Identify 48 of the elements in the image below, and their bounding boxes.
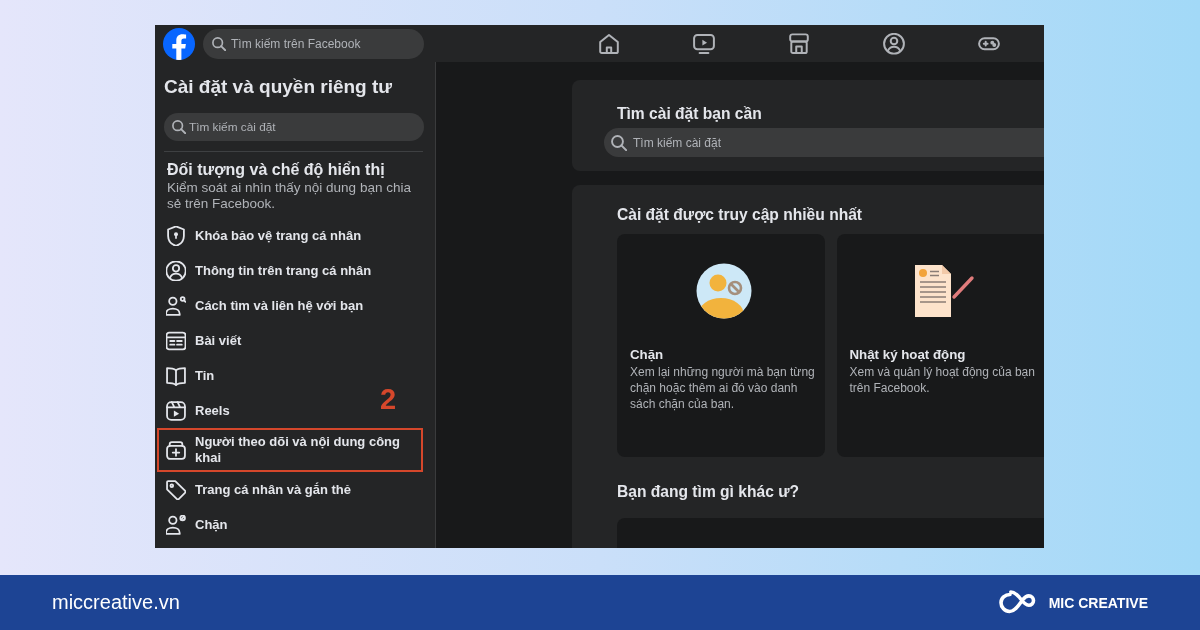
- profile-icon: [166, 260, 186, 281]
- setting-tile[interactable]: [617, 518, 1044, 548]
- document-pencil-icon: [912, 263, 975, 319]
- menu-item[interactable]: Chặn: [157, 507, 236, 542]
- group-icon[interactable]: [882, 32, 905, 55]
- section-heading: Đối tượng và chế độ hiển thị: [167, 160, 386, 180]
- loops-logo-icon: [997, 589, 1036, 616]
- tile-description: Xem lại những người mà bạn từng chặn hoặc thêm ai đó vào danh sách chặn của bạn.: [630, 364, 816, 412]
- menu-item[interactable]: Cách tìm và liên hệ với bạn: [157, 288, 372, 323]
- menu-item[interactable]: Người theo dõi và nội dung công khai: [157, 428, 423, 472]
- card-icon: [166, 330, 186, 351]
- blocked-person-icon: [696, 263, 753, 319]
- section-description: Kiểm soát ai nhìn thấy nội dung bạn chia sẻ trên Facebook.: [167, 180, 412, 212]
- menu-item[interactable]: Bài viết: [157, 323, 250, 358]
- setting-tile[interactable]: Chặn Xem lại những người mà bạn từng chặn hoặc thêm ai đó vào danh sách chặn của bạn.: [617, 234, 825, 457]
- search-icon: [611, 134, 627, 151]
- search-field[interactable]: Tìm kiếm cài đặt: [164, 113, 424, 141]
- card-title: Cài đặt được truy cập nhiều nhất: [617, 205, 864, 225]
- site-url: miccreative.vn: [52, 591, 180, 614]
- menu-item[interactable]: Trang cá nhân và gắn thẻ: [157, 472, 360, 507]
- search-icon: [172, 120, 186, 134]
- tile-title: Nhật ký hoạt động: [849, 346, 967, 364]
- tag-icon: [166, 479, 186, 500]
- card-title: Bạn đang tìm gì khác ư?: [617, 482, 800, 502]
- tile-title: Chặn: [630, 346, 665, 364]
- menu-item[interactable]: Tin: [157, 358, 223, 393]
- menu-item[interactable]: Thông tin trên trang cá nhân: [157, 253, 380, 288]
- reels-icon: [166, 400, 186, 421]
- search-field[interactable]: Tìm kiếm trên Facebook: [203, 28, 424, 59]
- tray-plus-icon: [166, 440, 186, 460]
- sidebar-title: Cài đặt và quyền riêng tư: [164, 76, 394, 98]
- person-block-icon: [166, 514, 186, 535]
- logo-icon[interactable]: [163, 27, 195, 60]
- search-field[interactable]: Tìm kiếm cài đặt: [604, 128, 1044, 157]
- person-search-icon: [166, 295, 186, 316]
- search-icon: [212, 36, 226, 51]
- book-icon: [166, 365, 186, 386]
- menu-item[interactable]: Reels: [157, 393, 238, 428]
- setting-tile[interactable]: Nhật ký hoạt động Xem và quản lý hoạt động của bạn trên Facebook.: [836, 234, 1044, 457]
- video-icon[interactable]: [692, 32, 715, 55]
- tile-description: Xem và quản lý hoạt động của bạn trên Facebook.: [849, 364, 1036, 396]
- home-icon[interactable]: [597, 32, 620, 55]
- step-number: 2: [380, 383, 397, 415]
- store-icon[interactable]: [787, 32, 810, 55]
- shield-icon: [166, 225, 186, 246]
- brand-name: MIC CREATIVE: [1048, 594, 1148, 611]
- card-title: Tìm cài đặt bạn cần: [617, 104, 763, 124]
- menu-item[interactable]: Khóa bảo vệ trang cá nhân: [157, 218, 370, 253]
